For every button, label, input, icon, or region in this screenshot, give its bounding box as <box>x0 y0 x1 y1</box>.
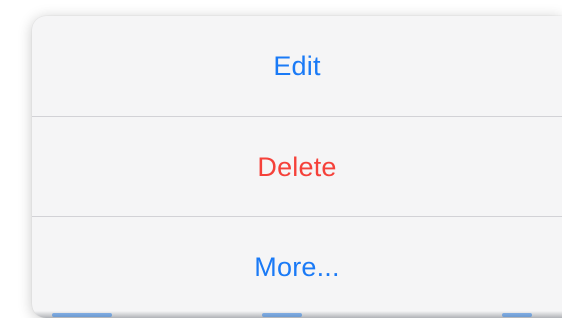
edit-button[interactable]: Edit <box>32 16 562 117</box>
more-button[interactable]: More... <box>32 217 562 318</box>
delete-button-label: Delete <box>257 151 337 182</box>
edit-button-label: Edit <box>273 51 321 81</box>
peek-fragment <box>262 313 302 317</box>
more-button-label: More... <box>254 252 340 282</box>
peek-fragment <box>52 313 112 317</box>
background-content-peek <box>32 311 562 318</box>
peek-fragment <box>502 313 532 317</box>
action-sheet: Edit Delete More... <box>32 16 562 318</box>
delete-button[interactable]: Delete <box>32 117 562 217</box>
screen: Edit Delete More... <box>0 0 562 318</box>
